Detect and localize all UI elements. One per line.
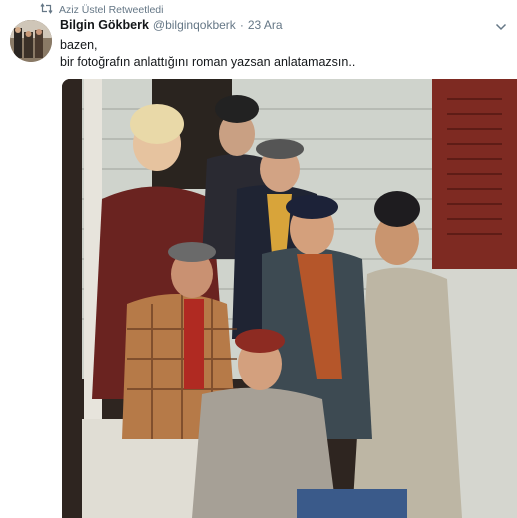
tweet-date[interactable]: 23 Ara [248,18,283,32]
tweet-text-line: bir fotoğrafın anlattığını roman yazsan … [60,55,356,69]
author-name[interactable]: Bilgin Gökberk [60,18,149,32]
retweet-indicator[interactable]: Aziz Üstel Retweetledi [40,3,163,17]
tweet-text-line: bazen, [60,38,98,52]
retweet-label[interactable]: Aziz Üstel Retweetledi [59,4,163,16]
tweet-text: bazen, bir fotoğrafın anlattığını roman … [60,37,355,71]
author-handle[interactable]: @bilginqokberk [153,18,236,32]
tweet-header: Bilgin Gökberk @bilginqokberk · 23 Ara [60,18,283,32]
chevron-down-icon[interactable] [495,22,507,32]
separator-dot: · [239,18,244,32]
retweet-icon [40,3,53,17]
tweet-photo[interactable] [62,79,517,518]
avatar[interactable] [10,20,52,62]
